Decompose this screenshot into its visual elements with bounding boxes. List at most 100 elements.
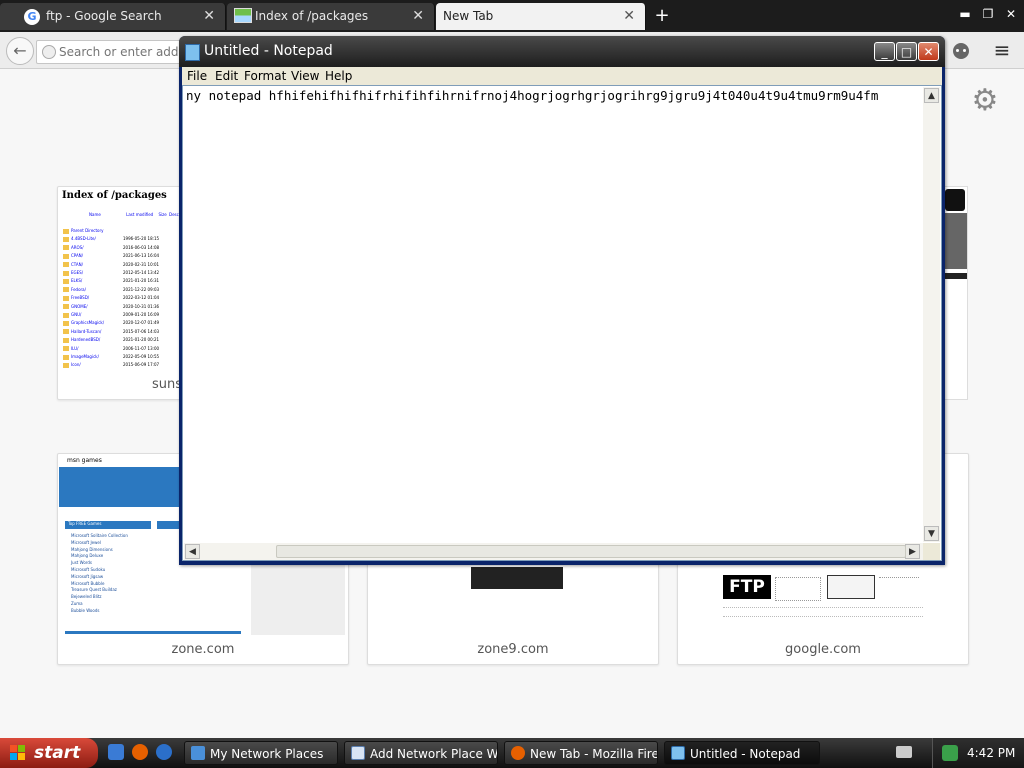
menu-format[interactable]: Format — [244, 69, 286, 83]
tab-close-icon[interactable]: ✕ — [412, 8, 424, 24]
thumbnail-row-date: 2016-06-03 14:08 — [123, 244, 160, 250]
menu-edit[interactable]: Edit — [215, 69, 238, 83]
windows-logo-icon — [10, 745, 25, 760]
taskbar-item-label: My Network Places — [210, 747, 324, 761]
tab-ftp-google-search[interactable]: G ftp - Google Search ✕ — [0, 3, 226, 30]
clock[interactable]: 4:42 PM — [967, 746, 1015, 760]
scroll-left-button[interactable]: ◀ — [185, 544, 200, 559]
back-button[interactable]: ← — [6, 37, 34, 65]
address-input[interactable] — [57, 44, 191, 60]
folder-icon — [63, 304, 69, 310]
thumbnail-row-name: EGES/ — [71, 270, 84, 275]
tab-new-tab[interactable]: New Tab ✕ — [436, 3, 646, 30]
notepad-maximize-button[interactable]: □ — [896, 42, 917, 61]
thumbnail-row: HardenedBSD/2021-01-20 00:21 — [63, 337, 159, 344]
thumbnail-col-desc: Desc — [169, 212, 179, 217]
top-site-tile-partial[interactable] — [945, 186, 968, 400]
taskbar-item-firefox[interactable]: New Tab - Mozilla Fire... — [504, 741, 658, 765]
notepad-menubar: File Edit Format View Help — [182, 67, 942, 85]
chat-icon[interactable] — [950, 40, 972, 62]
firefox-icon — [511, 746, 525, 760]
scroll-up-button[interactable]: ▲ — [924, 88, 939, 103]
thumbnail-list-item: Mahjong Deluxe — [71, 553, 104, 559]
thumbnail-row-date: 2012-05-14 13:42 — [123, 270, 160, 275]
folder-icon — [63, 262, 69, 268]
browser-close-button[interactable]: ✕ — [1000, 4, 1022, 24]
thumbnail-list-item: Mahjong Dimensions — [71, 546, 113, 552]
image-favicon-icon — [234, 8, 252, 23]
thumbnail-row: ImageMagick/2022-05-09 10:55 — [63, 354, 159, 361]
thumbnail-list-item: Microsoft Sudoku — [71, 567, 106, 572]
folder-icon — [63, 320, 69, 326]
thumbnail-row-date: 2021-01-20 16:31 — [123, 278, 160, 284]
menu-file[interactable]: File — [187, 69, 207, 83]
thumbnail-list-item: Microsoft Jewel — [71, 539, 101, 545]
scroll-down-button[interactable]: ▼ — [924, 526, 939, 541]
thumbnail-list-item: Zuma — [71, 601, 83, 606]
taskbar-item-notepad[interactable]: Untitled - Notepad — [664, 741, 820, 765]
tile-caption: zone9.com — [477, 642, 549, 657]
folder-icon — [63, 346, 69, 352]
tab-close-icon[interactable]: ✕ — [203, 8, 215, 24]
media-player-icon[interactable] — [156, 744, 172, 760]
gear-icon[interactable]: ⚙ — [968, 84, 1002, 118]
taskbar-item-label: Untitled - Notepad — [690, 747, 801, 761]
ftp-logo: FTP — [723, 575, 771, 599]
thumbnail-list-item: Bubble Woods — [71, 607, 100, 613]
size-grip[interactable] — [923, 543, 940, 560]
browser-restore-button[interactable]: ❐ — [977, 4, 999, 24]
thumbnail-list-item: Microsoft Bubble — [71, 580, 105, 586]
thumbnail-list-item: Microsoft Solitaire Collection — [71, 533, 128, 538]
notepad-minimize-button[interactable]: _ — [874, 42, 895, 61]
thumbnail-col-modified: Last modified — [126, 212, 154, 217]
thumbnail-image — [879, 577, 919, 600]
scroll-right-button[interactable]: ▶ — [905, 544, 920, 559]
new-tab-button[interactable]: + — [650, 4, 674, 28]
vertical-scrollbar[interactable]: ▲ ▼ — [923, 87, 940, 542]
thumbnail-row-name: 4.4BSD-Lite/ — [71, 236, 96, 242]
network-status-icon[interactable] — [942, 745, 958, 761]
taskbar-item-label: New Tab - Mozilla Fire... — [530, 747, 658, 761]
notepad-icon — [671, 746, 685, 760]
thumbnail-row-date: 2020-12-07 01:49 — [123, 320, 160, 326]
notepad-content[interactable]: ny notepad hfhifehifhifhifrhifihfihrnifr… — [186, 88, 924, 103]
folder-icon — [63, 287, 69, 293]
firefox-icon[interactable] — [132, 744, 148, 760]
folder-icon — [63, 228, 69, 234]
menu-help[interactable]: Help — [325, 69, 352, 83]
wizard-icon — [351, 746, 365, 760]
taskbar-item-my-network-places[interactable]: My Network Places — [184, 741, 338, 765]
google-favicon-icon: G — [24, 9, 40, 25]
browser-minimize-button[interactable]: ▬ — [954, 4, 976, 24]
notepad-close-button[interactable]: ✕ — [918, 42, 939, 61]
thumbnail-row-date: 2021-12-22 09:03 — [123, 286, 160, 292]
thumbnail-row-date: 2021-06-13 16:04 — [123, 253, 160, 259]
thumbnail-title: Index of /packages — [62, 190, 167, 201]
folder-icon — [63, 337, 69, 343]
address-bar[interactable] — [36, 40, 191, 64]
network-places-icon — [191, 746, 205, 760]
tab-index-of-packages[interactable]: Index of /packages ✕ — [227, 3, 435, 30]
keyboard-icon[interactable] — [896, 746, 912, 758]
thumbnail-row-date: 2015-06-09 17:07 — [123, 362, 160, 368]
globe-icon — [42, 45, 56, 59]
thumbnail-row: ELKS/2021-01-20 16:31 — [63, 278, 159, 285]
tab-label: New Tab — [443, 9, 494, 23]
thumbnail-row: GraphicsMagick/2020-12-07 01:49 — [63, 320, 159, 327]
thumbnail-row-name: CTAN/ — [71, 261, 84, 267]
taskbar-item-add-network-place[interactable]: Add Network Place W... — [344, 741, 498, 765]
notepad-text-area[interactable]: ny notepad hfhifehifhifhifrhifihfihrnifr… — [182, 85, 942, 561]
internet-explorer-icon[interactable] — [108, 744, 124, 760]
thumbnail-row-date: 2009-01-20 16:09 — [123, 312, 160, 317]
thumbnail-row-date: 2021-01-20 00:21 — [123, 337, 160, 343]
thumbnail-col-size: Size — [158, 212, 167, 217]
thumbnail-row-name: ILU/ — [71, 345, 79, 351]
notepad-title-bar[interactable]: Untitled - Notepad — [179, 36, 945, 67]
tile-caption: google.com — [785, 642, 861, 657]
thumbnail-footer — [65, 631, 241, 634]
tab-close-icon[interactable]: ✕ — [623, 8, 635, 24]
thumbnail-row: AROS/2016-06-03 14:08 — [63, 245, 159, 252]
menu-view[interactable]: View — [291, 69, 319, 83]
horizontal-scroll-thumb[interactable] — [276, 545, 906, 558]
menu-icon[interactable]: ≡ — [990, 38, 1014, 62]
